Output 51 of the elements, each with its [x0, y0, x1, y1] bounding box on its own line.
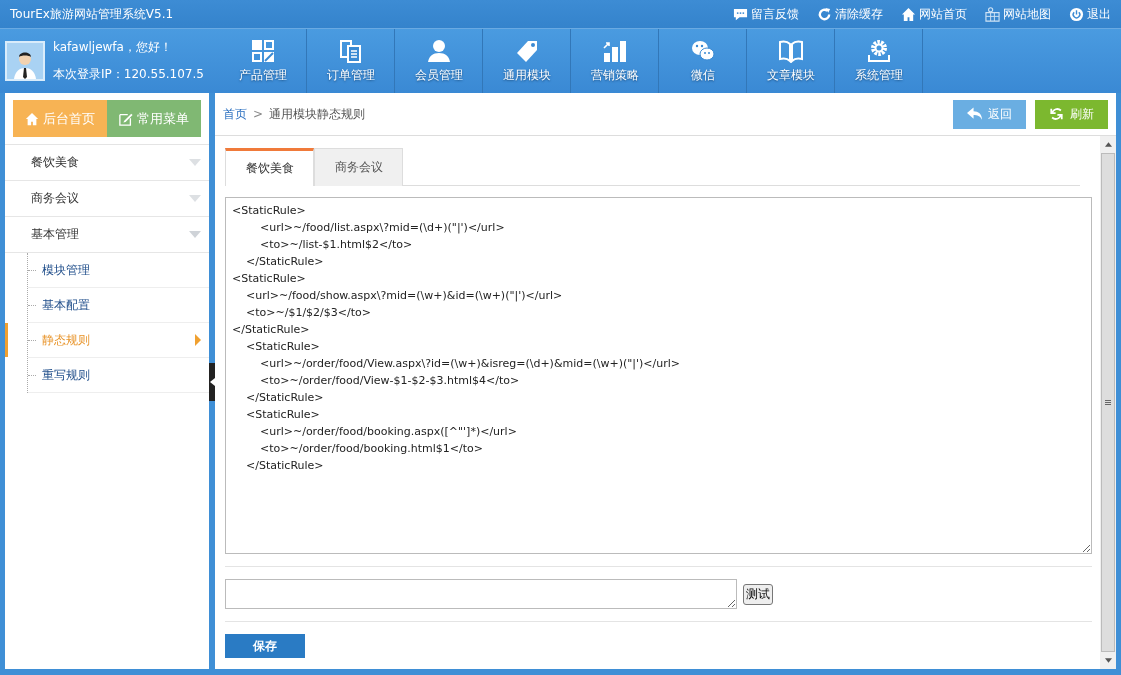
header-link[interactable]: 退出 — [1069, 5, 1111, 23]
tag-icon — [514, 38, 539, 63]
scroll-up-icon[interactable] — [1104, 142, 1112, 147]
header-link[interactable]: 网站首页 — [901, 5, 967, 23]
refresh-button[interactable]: 刷新 — [1035, 99, 1108, 129]
documents-icon — [338, 38, 363, 63]
header-link[interactable]: 网站地图 — [985, 5, 1051, 23]
login-ip: 本次登录IP：120.55.107.5 — [53, 66, 204, 83]
gear-icon — [866, 38, 891, 63]
breadcrumb-current: 通用模块静态规则 — [269, 105, 366, 123]
scroll-down-icon[interactable] — [1104, 658, 1112, 663]
tab[interactable]: 餐饮美食 — [225, 148, 314, 186]
test-button[interactable]: 测试 — [743, 583, 773, 605]
caret-icon — [189, 159, 201, 166]
refresh-icon — [1049, 107, 1064, 121]
tab[interactable]: 商务会议 — [314, 148, 403, 186]
sidebar-item[interactable]: 基本配置 — [28, 288, 209, 323]
chat-icon — [733, 6, 748, 22]
bar-chart-icon — [602, 38, 627, 63]
scrollbar[interactable] — [1100, 136, 1116, 669]
edit-icon — [119, 111, 133, 126]
header-link[interactable]: 留言反馈 — [733, 5, 799, 23]
menu-button[interactable]: 常用菜单 — [107, 100, 201, 137]
power-icon — [1069, 6, 1084, 22]
map-icon — [985, 6, 1000, 22]
chat-bubbles-icon — [690, 38, 715, 63]
save-button[interactable]: 保存 — [225, 634, 305, 658]
sidebar-group[interactable]: 基本管理 — [5, 217, 209, 253]
arrow-icon — [195, 334, 201, 346]
sidebar-item[interactable]: 模块管理 — [28, 253, 209, 288]
caret-icon — [189, 195, 201, 202]
back-arrow-icon — [967, 107, 982, 121]
home-icon — [901, 6, 916, 22]
sidebar-group[interactable]: 商务会议 — [5, 181, 209, 217]
breadcrumb-separator: > — [253, 107, 264, 121]
grid-icon — [250, 38, 275, 63]
header-link[interactable]: 清除缓存 — [817, 5, 883, 23]
test-input-field[interactable] — [225, 579, 737, 609]
book-icon — [778, 38, 803, 63]
caret-icon — [189, 231, 201, 238]
grip-icon — [1105, 400, 1111, 405]
app-title: TourEx旅游网站管理系统V5.1 — [10, 5, 174, 23]
refresh-icon — [817, 6, 832, 22]
breadcrumb-link[interactable]: 首页 — [223, 105, 247, 123]
code-editor[interactable]: <StaticRule> <url>~/food/list.aspx\?mid=(\d+)("|')</url> <to>~/list-$1.html$2</to> </StaticRule> <StaticRule> <url>~/food/show.aspx\?mid=(\w+)&id=(\w+)("|')</url> <to>~/$1/$2/$3</to> </StaticRule> <StaticRule> <url>~/order/food/View.aspx\?id=(\w+)&isreg=(\d+)&mid=(\w+)("|')</url> <to>~/order/food/View-$1-$2-$3.html$4</to> </StaticRule> <StaticRule> <url>~/order/food/booking.aspx([^"']*)</url> <to>~/order/food/booking.html$1</to> </StaticRule> — [225, 197, 1092, 554]
back-button[interactable]: 返回 — [953, 99, 1026, 129]
home-icon — [25, 111, 39, 126]
collapse-handle[interactable] — [209, 363, 215, 401]
user-greeting: kafawljewfa，您好！ — [53, 39, 173, 56]
sidebar-group[interactable]: 餐饮美食 — [5, 145, 209, 181]
person-icon — [426, 38, 451, 63]
